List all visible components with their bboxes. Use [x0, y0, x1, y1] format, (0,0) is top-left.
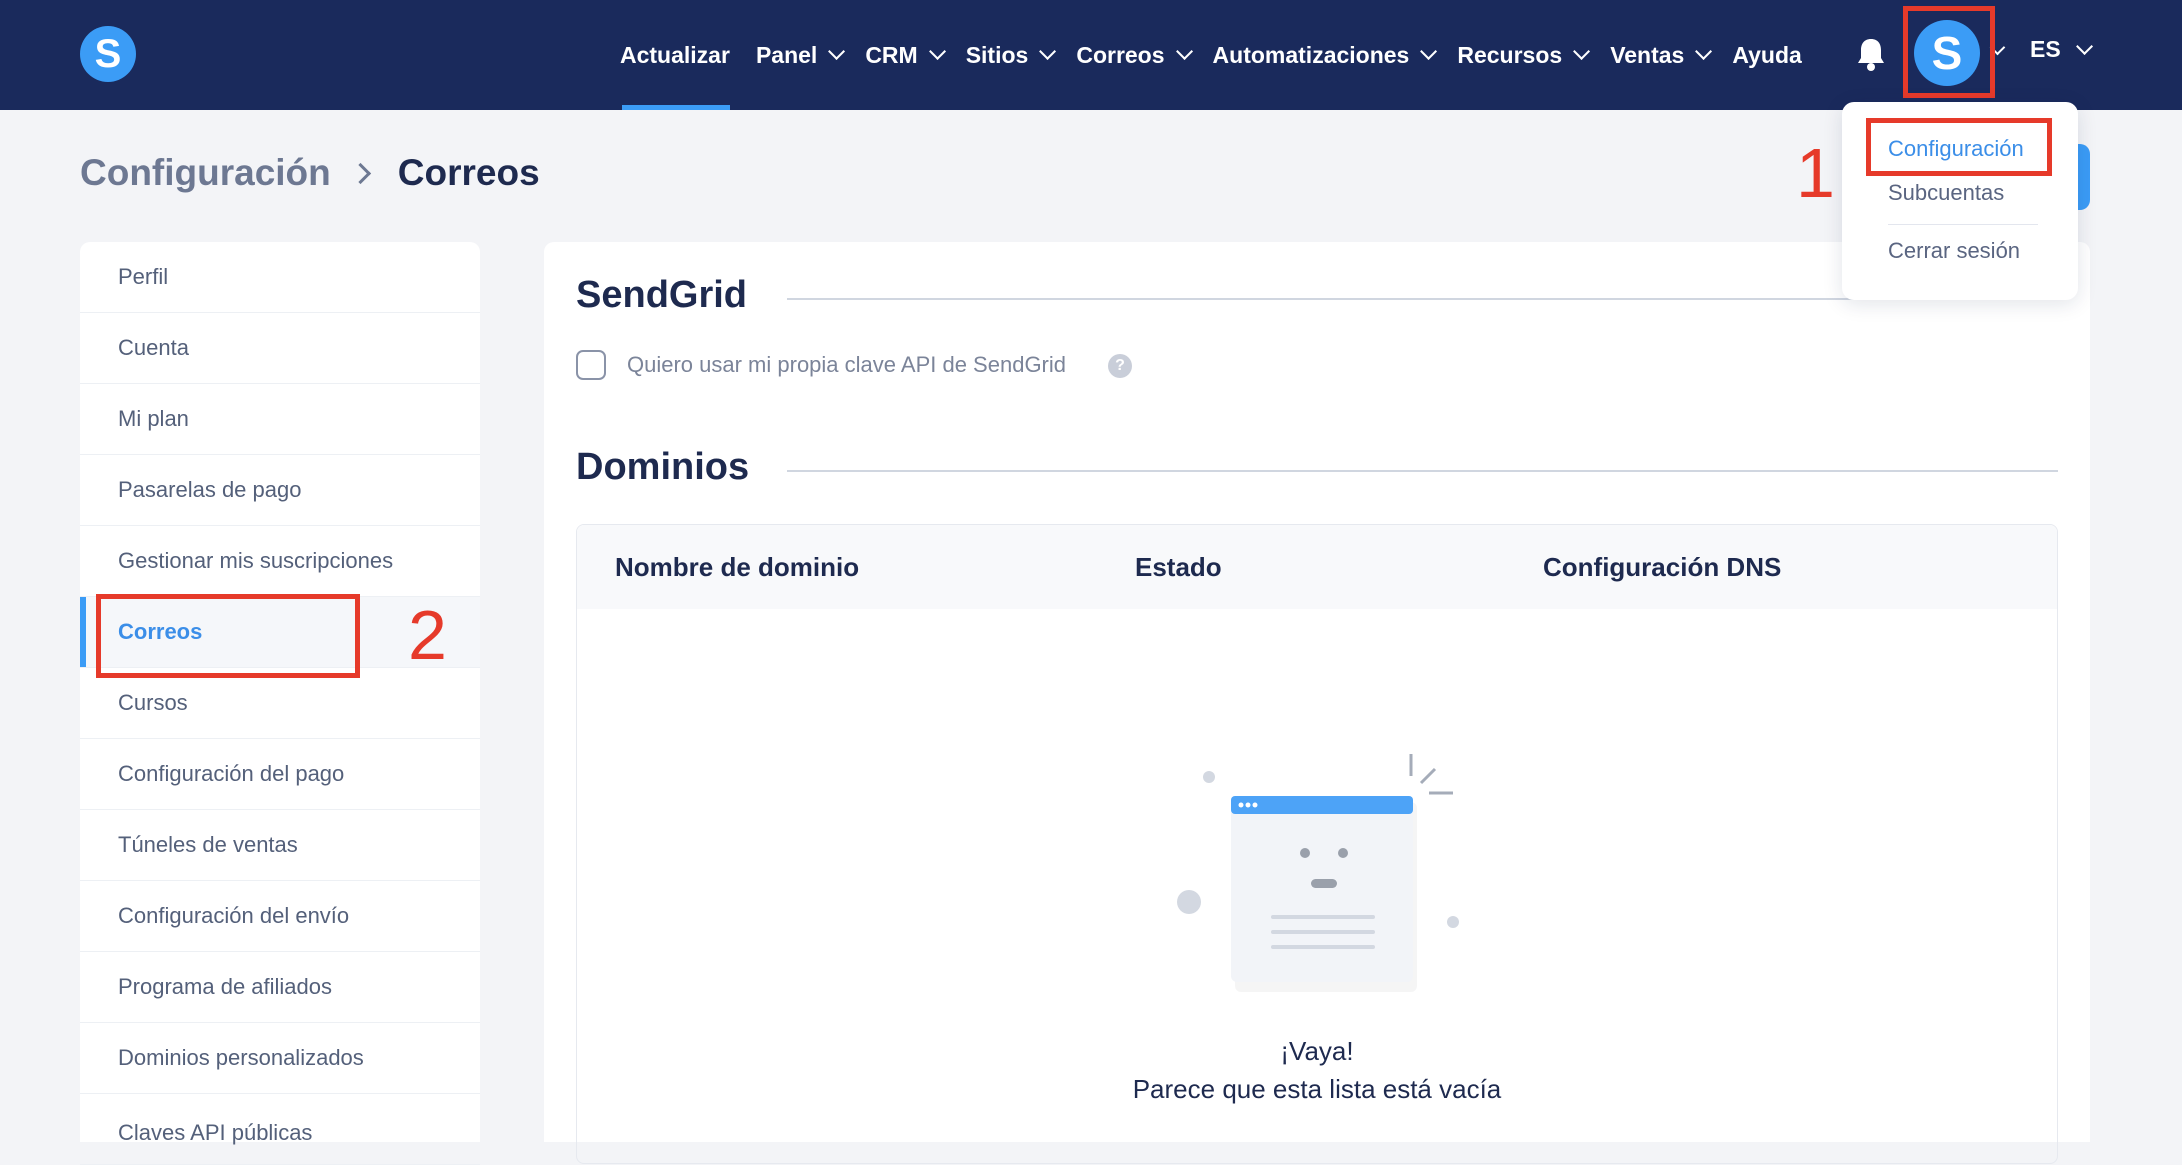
chevron-right-icon — [349, 162, 371, 184]
language-selector[interactable]: ES — [2030, 36, 2093, 63]
column-header-status: Estado — [1135, 552, 1222, 582]
domains-table: Nombre de dominio Estado Configuración D… — [576, 524, 2058, 1164]
sidebar-item-dominios[interactable]: Dominios personalizados — [80, 1023, 480, 1094]
section-divider — [787, 470, 2058, 472]
chevron-down-icon — [828, 42, 846, 60]
nav-recursos[interactable]: Recursos — [1457, 0, 1591, 110]
menu-highlight-box — [1866, 118, 2052, 176]
page-title: Correos — [397, 152, 540, 193]
top-navbar: S Actualizar Panel CRM Sitios Correos Au… — [0, 0, 2182, 110]
nav-panel[interactable]: Panel — [755, 0, 846, 110]
nav-label: Ayuda — [1732, 41, 1802, 68]
sidebar-item-tuneles[interactable]: Túneles de ventas — [80, 810, 480, 881]
nav-ventas[interactable]: Ventas — [1610, 0, 1713, 110]
nav-label: Panel — [755, 41, 818, 68]
email-settings-panel: SendGrid Quiero usar mi propia clave API… — [544, 242, 2090, 1164]
help-icon[interactable]: ? — [1108, 354, 1132, 378]
sidebar-item-config-envio[interactable]: Configuración del envío — [80, 881, 480, 952]
nav-ayuda[interactable]: Ayuda — [1732, 0, 1801, 110]
menu-divider — [1888, 224, 2038, 225]
language-label: ES — [2030, 36, 2061, 62]
nav-correos[interactable]: Correos — [1076, 0, 1193, 110]
nav-label: Ventas — [1610, 41, 1685, 68]
sidebar-item-suscripciones[interactable]: Gestionar mis suscripciones — [80, 526, 480, 597]
nav-label: Automatizaciones — [1212, 41, 1410, 68]
nav-crm[interactable]: CRM — [865, 0, 946, 110]
annotation-step-1: 1 — [1796, 134, 1835, 212]
chevron-down-icon — [1420, 42, 1438, 60]
menu-item-cerrar-sesion[interactable]: Cerrar sesión — [1888, 238, 2020, 264]
chevron-down-icon — [1039, 42, 1057, 60]
sendgrid-api-checkbox-label[interactable]: Quiero usar mi propia clave API de SendG… — [627, 350, 1066, 380]
nav-actualizar[interactable]: Actualizar — [620, 0, 730, 110]
chevron-down-icon — [1573, 42, 1591, 60]
sidebar-item-config-pago[interactable]: Configuración del pago — [80, 739, 480, 810]
nav-label: CRM — [865, 41, 918, 68]
chevron-down-icon — [1175, 42, 1193, 60]
sendgrid-api-checkbox[interactable] — [576, 350, 606, 380]
nav-label: Sitios — [965, 41, 1029, 68]
column-header-domain-name: Nombre de dominio — [615, 552, 860, 582]
annotation-step-2: 2 — [408, 596, 447, 674]
sendgrid-title: SendGrid — [576, 274, 748, 316]
bell-icon[interactable] — [1856, 36, 1886, 72]
sidebar-highlight-box — [96, 594, 360, 678]
menu-item-subcuentas[interactable]: Subcuentas — [1888, 180, 2004, 206]
breadcrumb: Configuración Correos — [80, 152, 540, 194]
empty-state-title: ¡Vaya! — [1280, 1036, 1354, 1066]
column-header-dns: Configuración DNS — [1543, 552, 1782, 582]
nav-label: Actualizar — [620, 41, 730, 68]
app-logo[interactable]: S — [80, 26, 136, 82]
sidebar-item-mi-plan[interactable]: Mi plan — [80, 384, 480, 455]
sidebar-item-perfil[interactable]: Perfil — [80, 242, 480, 313]
chevron-down-icon — [2075, 37, 2093, 55]
nav-sitios[interactable]: Sitios — [965, 0, 1057, 110]
nav-label: Correos — [1076, 41, 1165, 68]
sidebar-item-cuenta[interactable]: Cuenta — [80, 313, 480, 384]
empty-list-illustration — [1177, 754, 1459, 992]
breadcrumb-parent[interactable]: Configuración — [80, 152, 331, 194]
chevron-down-icon — [1695, 42, 1713, 60]
nav-label: Recursos — [1457, 41, 1563, 68]
chevron-down-icon — [928, 42, 946, 60]
main-nav: Actualizar Panel CRM Sitios Correos Auto… — [620, 0, 1828, 110]
empty-state-message: Parece que esta lista está vacía — [1132, 1074, 1502, 1104]
avatar-highlight-box — [1903, 6, 1995, 98]
nav-automatizaciones[interactable]: Automatizaciones — [1212, 0, 1438, 110]
table-header: Nombre de dominio Estado Configuración D… — [577, 525, 2057, 609]
sidebar-item-pasarelas[interactable]: Pasarelas de pago — [80, 455, 480, 526]
settings-sidebar: Perfil Cuenta Mi plan Pasarelas de pago … — [80, 242, 480, 1165]
sidebar-item-cursos[interactable]: Cursos — [80, 668, 480, 739]
domains-title: Dominios — [576, 446, 750, 488]
sidebar-item-afiliados[interactable]: Programa de afiliados — [80, 952, 480, 1023]
